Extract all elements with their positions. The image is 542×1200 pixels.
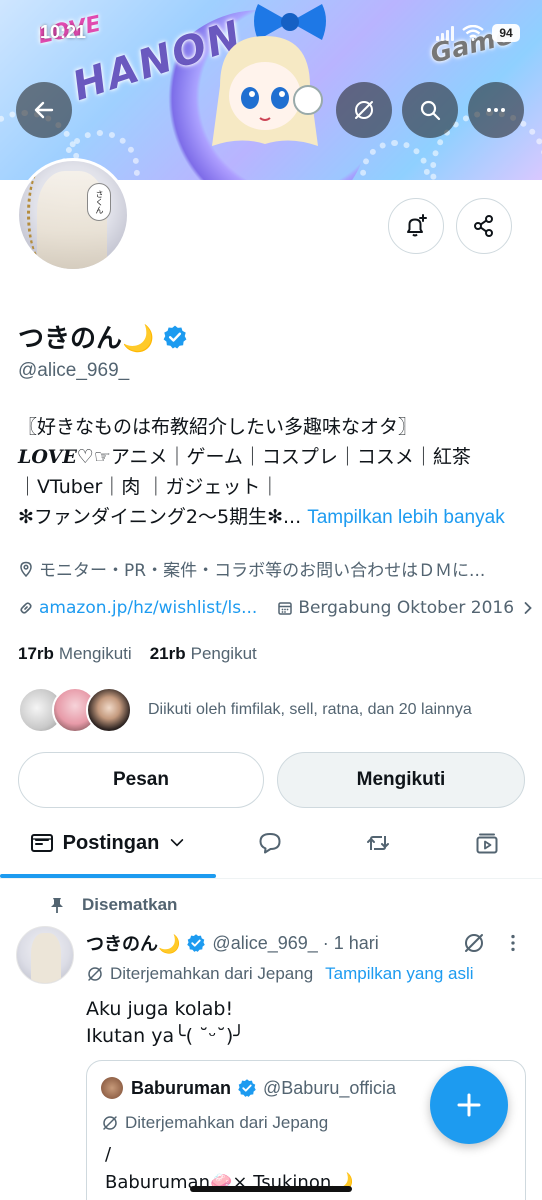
banner-game-text: Game <box>427 20 517 70</box>
translate-off-icon <box>355 101 373 119</box>
post-author-avatar[interactable] <box>16 926 74 984</box>
verified-badge-icon <box>187 934 206 952</box>
bio-love-text: LOVE♡ <box>18 446 94 468</box>
chevron-down-icon <box>171 839 184 847</box>
avatar-chain-decoration <box>27 169 57 259</box>
banner-love-text: LOVE <box>36 11 104 50</box>
media-stack-icon <box>476 833 498 854</box>
profile-bio: 〖好きなものは布教紹介したい多趣味なオタ〗 LOVE♡☞アニメ｜ゲーム｜コスプレ… <box>18 412 528 533</box>
post-header: つきのん🌙 @alice_969_ · 1 hari <box>86 930 526 956</box>
bio-line-text: ✻ファンダイニング2～5期生✻... <box>18 506 302 528</box>
following-label: Mengikuti <box>58 644 132 663</box>
profile-banner[interactable]: LOVE HANON Game <box>0 0 542 180</box>
display-name-text: つきのん🌙 <box>18 324 155 354</box>
show-original-link[interactable]: Tampilkan yang asli <box>325 964 473 984</box>
tabs-divider <box>0 878 542 879</box>
translation-row: Diterjemahkan dari Jepang Tampilkan yang… <box>86 964 474 984</box>
home-indicator[interactable] <box>190 1186 352 1192</box>
tab-media[interactable] <box>432 812 542 874</box>
pin-icon <box>51 898 63 913</box>
back-arrow-icon <box>34 101 54 119</box>
tab-posts[interactable]: Postingan <box>0 812 216 874</box>
translate-off-icon <box>88 967 102 981</box>
translate-off-icon[interactable] <box>462 931 486 955</box>
profile-tabs: Postingan <box>0 812 542 878</box>
quote-author-handle: @Baburu_officia <box>263 1077 397 1098</box>
post-body-text: Aku juga kolab! Ikutan ya╰( ˘ᵕ˘)╯ <box>86 998 245 1047</box>
location-text: モニター・PR・案件・コラボ等のお問い合わせはＤＭに... <box>39 561 486 581</box>
link-icon <box>20 602 32 614</box>
quote-author-name: Baburuman <box>131 1077 232 1098</box>
verified-badge-icon <box>238 1079 256 1097</box>
avatar-speech-bubble: さくん <box>87 183 111 221</box>
follow-stats: 17rb Mengikuti 21rb Pengikut <box>18 644 257 664</box>
followers-label: Pengikut <box>190 644 257 663</box>
share-icon <box>474 215 493 237</box>
followed-by-text: Diikuti oleh fimfilak, sell, ratna, dan … <box>148 701 472 718</box>
tab-replies[interactable] <box>216 812 324 874</box>
chevron-right-icon[interactable] <box>520 600 536 616</box>
translated-from-text: Diterjemahkan dari Jepang <box>110 964 314 983</box>
post-avatar-figure <box>31 933 61 983</box>
quote-author-avatar <box>101 1077 123 1099</box>
follower-avatar <box>86 687 132 733</box>
bio-line: ｜VTuber｜肉 ｜ガジェット｜ <box>18 476 280 498</box>
bell-plus-icon <box>407 214 427 237</box>
location-pin-icon <box>20 561 32 577</box>
banner-character-illustration <box>212 36 323 146</box>
bio-line: ✻ファンダイニング2～5期生✻... Tampilkan lebih banya… <box>18 502 528 533</box>
share-profile-button[interactable] <box>456 198 512 254</box>
joined-date-text: Bergabung Oktober 2016 <box>298 598 515 618</box>
pinned-label: Disematkan <box>82 895 178 914</box>
more-icon <box>487 108 505 112</box>
following-button[interactable]: Mengikuti <box>277 752 525 808</box>
profile-location: モニター・PR・案件・コラボ等のお問い合わせはＤＭに... <box>18 556 485 581</box>
followers-stat[interactable]: 21rb Pengikut <box>150 644 257 664</box>
compose-post-button[interactable] <box>430 1066 508 1144</box>
more-options-button[interactable] <box>468 82 524 138</box>
profile-handle: @alice_969_ <box>18 360 130 381</box>
profile-website-and-joined: amazon.jp/hz/wishlist/ls... Bergabung Ok… <box>18 598 541 618</box>
search-button[interactable] <box>402 82 458 138</box>
reply-bubble-icon <box>259 833 281 854</box>
post-author-name[interactable]: つきのん🌙 <box>86 930 180 956</box>
tab-reposts[interactable] <box>324 812 432 874</box>
bio-show-more-link[interactable]: Tampilkan lebih banyak <box>307 507 505 528</box>
quote-translated-from-text: Diterjemahkan dari Jepang <box>125 1113 329 1132</box>
banner-gear-decoration <box>360 140 430 180</box>
followed-by-row[interactable]: Diikuti oleh fimfilak, sell, ratna, dan … <box>18 686 472 734</box>
website-link[interactable]: amazon.jp/hz/wishlist/ls... <box>39 598 257 618</box>
translate-toggle-button[interactable] <box>336 82 392 138</box>
bio-line: 〖好きなものは布教紹介したい多趣味なオタ〗 <box>18 416 418 438</box>
plus-icon <box>457 1093 481 1117</box>
posts-icon <box>30 834 53 852</box>
back-button[interactable] <box>16 82 72 138</box>
following-count: 17rb <box>18 644 54 663</box>
tab-posts-label: Postingan <box>62 831 160 854</box>
following-stat[interactable]: 17rb Mengikuti <box>18 644 132 664</box>
post-timestamp[interactable]: · 1 hari <box>323 933 379 954</box>
search-icon <box>420 100 441 121</box>
bio-line: LOVE♡☞アニメ｜ゲーム｜コスプレ｜コスメ｜紅茶 <box>18 442 528 472</box>
post-author-handle[interactable]: @alice_969_ <box>212 933 317 954</box>
calendar-icon <box>278 602 293 615</box>
pinned-label-row: Disematkan <box>48 895 177 915</box>
bio-line-text: ☞アニメ｜ゲーム｜コスプレ｜コスメ｜紅茶 <box>93 446 471 468</box>
repost-icon <box>367 836 389 850</box>
translate-off-icon <box>103 1116 117 1130</box>
quote-header: Baburuman @Baburu_officia <box>101 1077 396 1099</box>
verified-badge-icon[interactable] <box>162 324 188 350</box>
message-button[interactable]: Pesan <box>18 752 264 808</box>
profile-display-name: つきのん🌙 <box>18 318 188 355</box>
post-more-icon[interactable] <box>502 932 524 954</box>
quote-translation-row: Diterjemahkan dari Jepang <box>101 1113 328 1133</box>
notification-bell-button[interactable] <box>388 198 444 254</box>
followers-count: 21rb <box>149 644 186 663</box>
profile-avatar[interactable]: さくん <box>16 158 130 272</box>
